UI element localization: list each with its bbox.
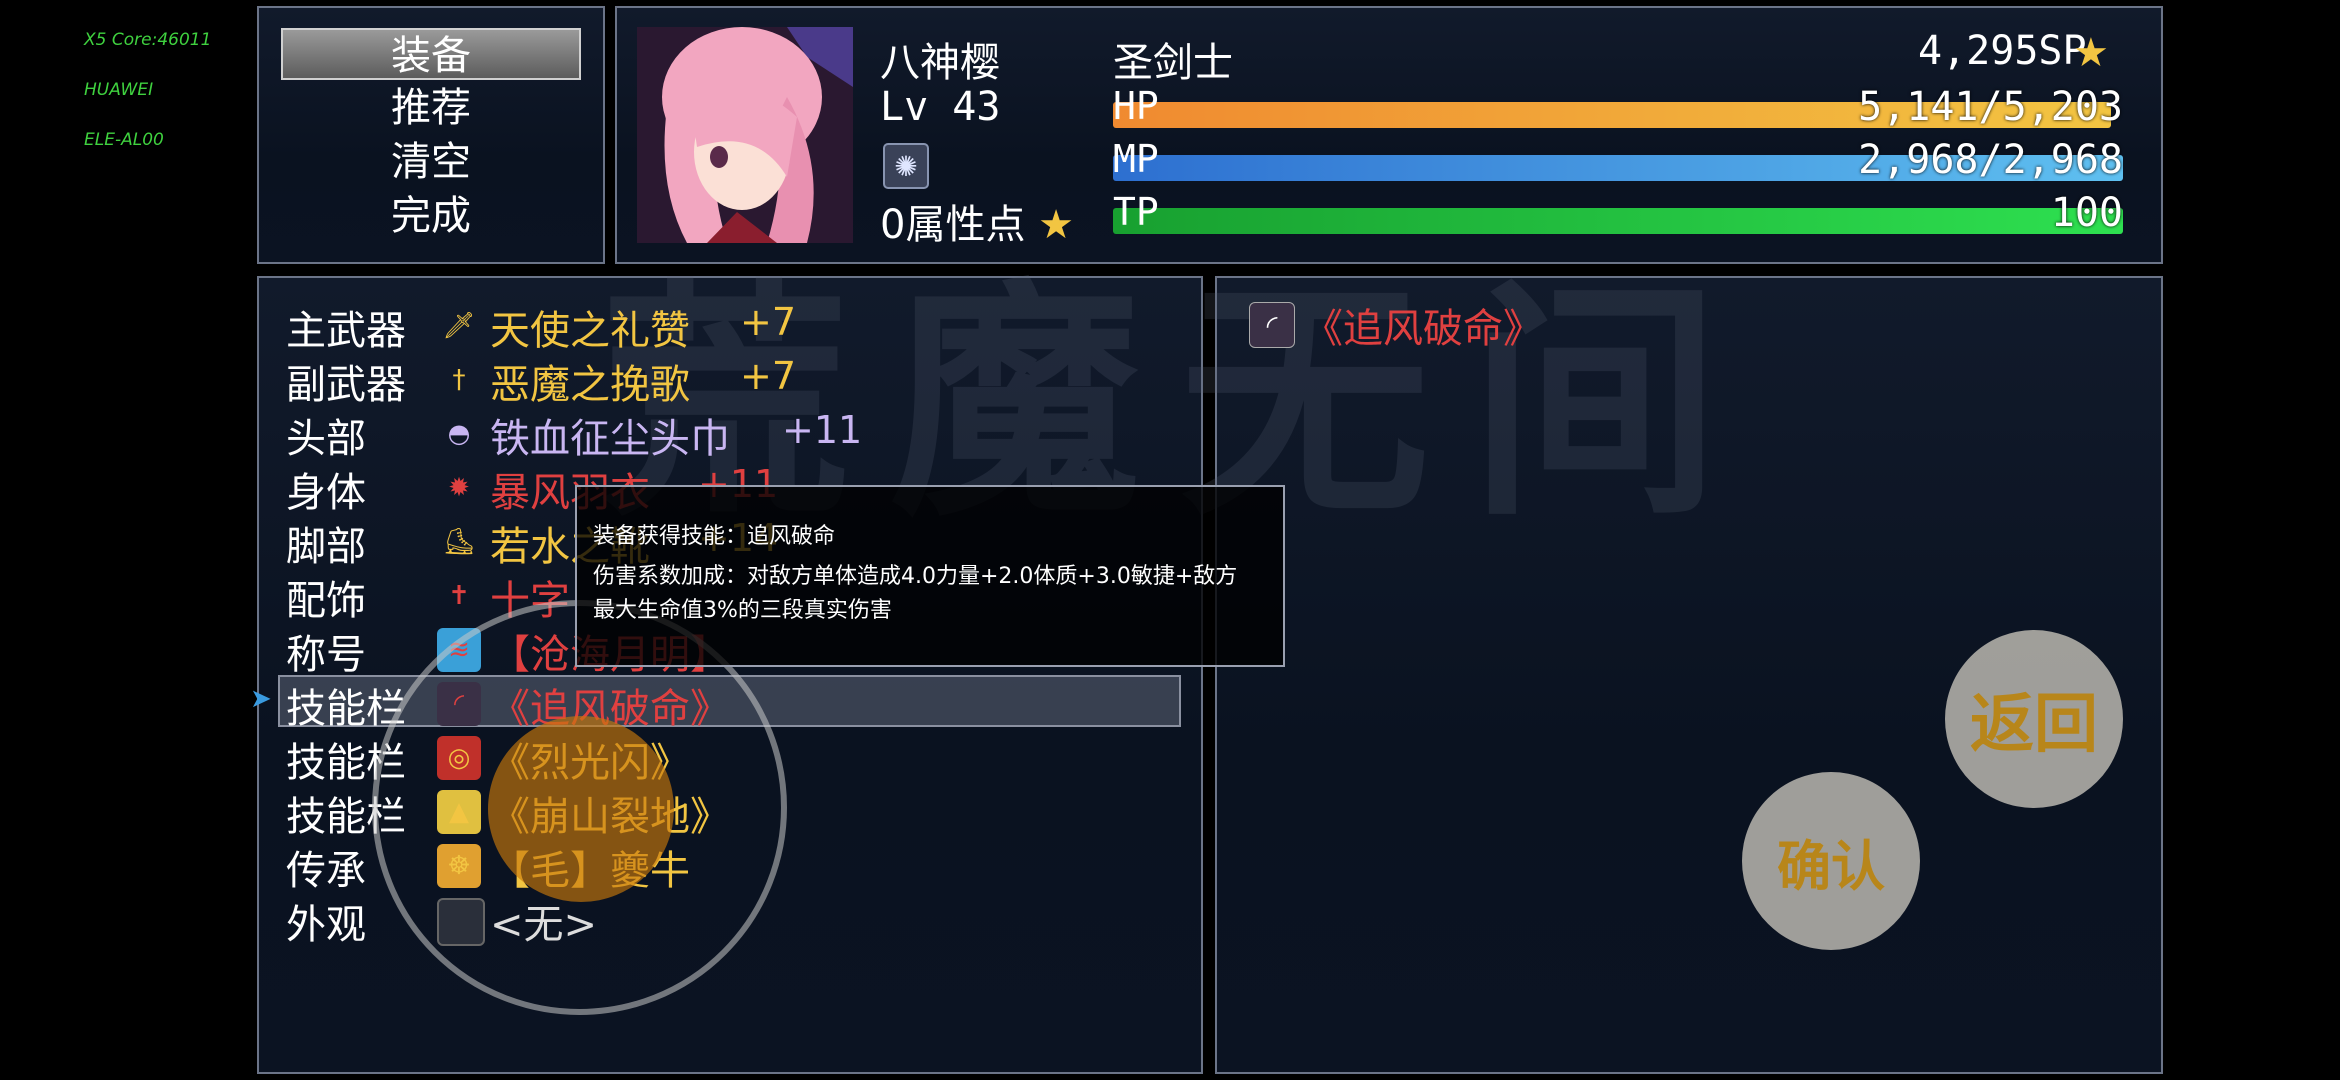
- selected-skill-icon: ◜: [1249, 302, 1295, 348]
- attribute-points: 0属性点 ★: [880, 192, 1074, 250]
- slot-label[interactable]: 头部: [286, 406, 366, 464]
- attribute-points-text: 0属性点: [880, 202, 1026, 248]
- slot-item-plus: +7: [740, 300, 797, 344]
- tooltip-line-3: 最大生命值3%的三段真实伤害: [593, 598, 892, 623]
- command-recommend[interactable]: 推荐: [281, 82, 581, 134]
- slot-label[interactable]: 称号: [286, 622, 366, 680]
- virtual-joystick-knob[interactable]: [488, 716, 674, 902]
- slot-item-plus: +11: [782, 408, 863, 452]
- command-equip[interactable]: 装备: [281, 28, 581, 80]
- back-button[interactable]: 返回: [1945, 630, 2123, 808]
- selected-skill-name[interactable]: 《追风破命》: [1303, 296, 1543, 354]
- sword-icon: 🗡: [442, 311, 476, 341]
- state-icon: ✺: [883, 143, 929, 189]
- cross-icon: ✝: [448, 581, 470, 611]
- tp-bar: [1113, 208, 2123, 234]
- actor-portrait: [637, 27, 853, 243]
- confirm-button[interactable]: 确认: [1742, 772, 1920, 950]
- slot-label[interactable]: 脚部: [286, 514, 366, 572]
- slot-item-name[interactable]: 铁血征尘头巾: [490, 406, 730, 464]
- slot-label[interactable]: 身体: [286, 460, 366, 518]
- star-icon: ★: [2073, 30, 2109, 76]
- sp-value: 4,295SP: [1918, 28, 2087, 74]
- attribute-star-icon: ★: [1038, 202, 1075, 248]
- command-done[interactable]: 完成: [281, 190, 581, 242]
- slot-label[interactable]: 外观: [286, 892, 366, 950]
- back-button-label: 返回: [1970, 688, 2098, 762]
- boots-icon: ⛸: [442, 527, 476, 557]
- slot-item-name[interactable]: 恶魔之挽歌: [490, 352, 690, 410]
- debug-brand-text: HUAWEI: [84, 80, 154, 100]
- skill-tooltip: 装备获得技能：追风破命 伤害系数加成：对敌方单体造成4.0力量+2.0体质+3.…: [575, 485, 1285, 667]
- slot-label[interactable]: 传承: [286, 838, 366, 896]
- slot-label[interactable]: 主武器: [286, 298, 406, 356]
- slot-item-plus: +7: [740, 354, 797, 398]
- hp-label: HP: [1113, 84, 1159, 128]
- tp-value: 100: [2050, 190, 2123, 236]
- slot-item-name[interactable]: 天使之礼赞: [490, 298, 690, 356]
- tooltip-line-1: 装备获得技能：追风破命: [593, 524, 836, 549]
- slot-label[interactable]: 副武器: [286, 352, 406, 410]
- debug-model-text: ELE-AL00: [84, 130, 164, 150]
- command-window: 装备 推荐 清空 完成: [257, 6, 605, 264]
- hp-value: 5,141/5,203: [1858, 84, 2123, 130]
- confirm-button-label: 确认: [1777, 834, 1885, 898]
- mp-label: MP: [1113, 137, 1159, 181]
- debug-core-text: X5 Core:46011: [84, 30, 212, 50]
- dagger-icon: †: [452, 365, 466, 395]
- actor-name: 八神樱: [880, 40, 1000, 86]
- actor-level: Lv 43: [880, 84, 1001, 130]
- slot-label[interactable]: 配饰: [286, 568, 366, 626]
- command-clear[interactable]: 清空: [281, 136, 581, 188]
- tooltip-line-2: 伤害系数加成：对敌方单体造成4.0力量+2.0体质+3.0敏捷+敌方: [593, 564, 1238, 589]
- helmet-icon: ◓: [447, 419, 471, 449]
- mp-value: 2,968/2,968: [1858, 137, 2123, 183]
- sp-text: 4,295SP: [1918, 28, 2087, 74]
- actor-class: 圣剑士: [1113, 40, 1233, 86]
- tp-label: TP: [1113, 190, 1159, 234]
- cursor-arrow-icon: ➤: [250, 684, 272, 714]
- armor-icon: ✹: [448, 473, 470, 503]
